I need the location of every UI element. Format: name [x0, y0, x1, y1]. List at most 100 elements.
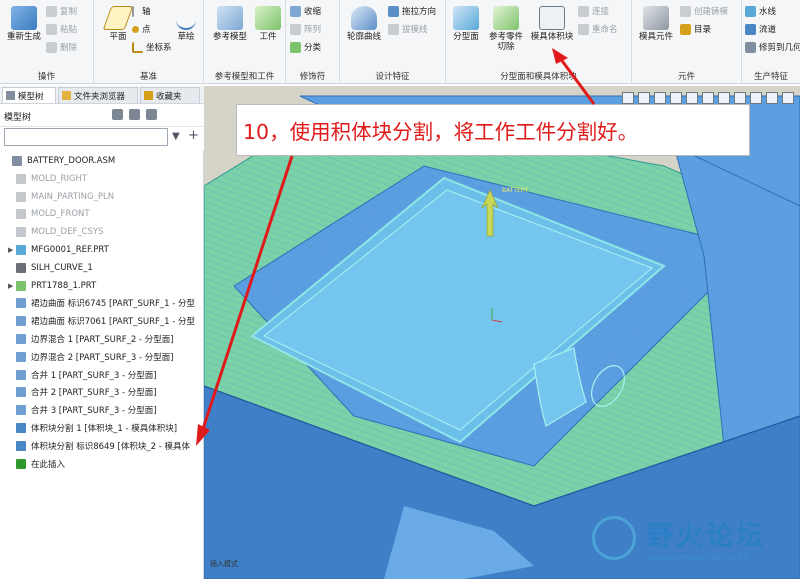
rename-button[interactable]: 重命名	[578, 22, 618, 36]
plus-icon[interactable]: +	[188, 128, 199, 143]
group-reference-label: 参考模型和工件	[214, 72, 275, 82]
pattern-button[interactable]: 阵列	[290, 22, 321, 36]
zoom-in-icon[interactable]	[638, 92, 650, 104]
annotation-display-icon[interactable]	[766, 92, 778, 104]
draft-direction-button[interactable]: 拖拉方向	[388, 4, 436, 18]
group-modifiers-label: 修饰符	[299, 72, 326, 82]
tree-item[interactable]: 裙边曲面 标识6745 [PART_SURF_1 - 分型	[0, 295, 204, 311]
tree-item[interactable]: 合并 1 [PART_SURF_3 - 分型面]	[0, 367, 204, 383]
catalog-button[interactable]: 目录	[680, 22, 711, 36]
refit-icon[interactable]	[622, 92, 634, 104]
tree-item-label: 合并 3 [PART_SURF_3 - 分型面]	[31, 406, 157, 417]
surface-icon	[16, 369, 26, 380]
columns-icon[interactable]	[146, 109, 157, 120]
group-component-label: 元件	[677, 72, 695, 82]
group-modifiers: 收缩 阵列 分类 修饰符	[286, 0, 340, 84]
show-icon[interactable]	[129, 109, 140, 120]
funnel-icon[interactable]: ▼	[172, 131, 180, 142]
connect-button[interactable]: 连接	[578, 4, 609, 18]
tree-item[interactable]: MOLD_FRONT	[0, 206, 204, 222]
draft-line-button[interactable]: 拔模线	[388, 22, 428, 36]
create-mold-button[interactable]: 创建铸模	[680, 4, 728, 18]
tree-item[interactable]: 体积块分割 1 [体积块_1 - 模具体积块]	[0, 420, 204, 436]
tree-item[interactable]: BATTERY_DOOR.ASM	[0, 153, 204, 169]
copy-button[interactable]: 复制	[46, 4, 77, 18]
tree-header: 模型树	[0, 105, 204, 127]
tree-item-label: 合并 2 [PART_SURF_3 - 分型面]	[31, 388, 157, 399]
delete-button[interactable]: 删除	[46, 40, 77, 54]
view-manager-icon[interactable]	[702, 92, 714, 104]
shrink-button[interactable]: 收缩	[290, 4, 321, 18]
runner-button[interactable]: 流道	[745, 22, 776, 36]
ref-part-cutout-icon	[493, 6, 519, 30]
expand-arrow-icon[interactable]: ▶	[8, 282, 16, 290]
regenerate-button[interactable]: 重新生成	[2, 4, 46, 64]
waterline-button[interactable]: 水线	[745, 4, 776, 18]
tree-item[interactable]: 合并 3 [PART_SURF_3 - 分型面]	[0, 402, 204, 418]
tree-item[interactable]: ▶ MFG0001_REF.PRT	[0, 242, 204, 258]
mold-volume-button[interactable]: 模具体积块	[528, 4, 576, 64]
tree-item[interactable]: 在此插入	[0, 456, 204, 472]
axis-button[interactable]: 轴	[132, 4, 151, 18]
status-hint: 插入模式	[210, 560, 238, 568]
tree-item[interactable]: 边界混合 2 [PART_SURF_3 - 分型面]	[0, 349, 204, 365]
tree-item[interactable]: 边界混合 1 [PART_SURF_2 - 分型面]	[0, 331, 204, 347]
sketch-view-icon[interactable]	[782, 92, 794, 104]
silhouette-button[interactable]: 轮廓曲线	[342, 4, 386, 64]
workpiece-button[interactable]: 工件	[252, 4, 284, 64]
watermark-url: www.proewildfire.cn	[648, 552, 750, 563]
display-style-icon[interactable]	[718, 92, 730, 104]
classify-button[interactable]: 分类	[290, 40, 321, 54]
tab-file-browser[interactable]: 文件夹浏览器	[58, 87, 138, 103]
runner-icon	[745, 23, 756, 35]
group-datum: 平面 轴 点 坐标系 草绘 基准	[94, 0, 204, 84]
parting-surface-button[interactable]: 分型面	[448, 4, 484, 64]
tree-item[interactable]: MOLD_RIGHT	[0, 171, 204, 187]
tree-item[interactable]: MOLD_DEF_CSYS	[0, 224, 204, 240]
curve-icon	[16, 262, 26, 273]
zoom-out-icon[interactable]	[654, 92, 666, 104]
tree-item[interactable]: 合并 2 [PART_SURF_3 - 分型面]	[0, 384, 204, 400]
tree-item[interactable]: 裙边曲面 标识7061 [PART_SURF_1 - 分型	[0, 313, 204, 329]
group-production: 水线 流道 修剪到几何 生产特征	[742, 0, 800, 84]
settings-icon[interactable]	[112, 109, 123, 120]
ref-model-icon	[217, 6, 243, 30]
group-parting-label: 分型面和模具体积块	[500, 72, 577, 82]
tab-model-tree[interactable]: 模型树	[2, 87, 56, 103]
tab-favorites[interactable]: 收藏夹	[140, 87, 200, 103]
tree-item[interactable]: 体积块分割 标识8649 [体积块_2 - 模具体	[0, 438, 204, 454]
tree-item-label: 边界混合 1 [PART_SURF_2 - 分型面]	[31, 335, 174, 345]
mold-component-button[interactable]: 模具元件	[634, 4, 678, 64]
tree-item[interactable]: ▶ PRT1788_1.PRT	[0, 278, 204, 294]
expand-arrow-icon[interactable]: ▶	[8, 246, 16, 254]
saved-views-icon[interactable]	[686, 92, 698, 104]
group-production-label: 生产特征	[753, 72, 788, 82]
tree-title: 模型树	[4, 113, 32, 123]
point-button[interactable]: 点	[132, 22, 151, 36]
group-operations: 重新生成 复制 粘贴 删除 操作	[0, 0, 94, 84]
shrink-icon	[290, 5, 301, 17]
model-tree-icon	[6, 91, 15, 100]
tree-item[interactable]: MAIN_PARTING_PLN	[0, 189, 204, 205]
trim-to-geometry-button[interactable]: 修剪到几何	[745, 40, 800, 54]
ref-part-cutout-button[interactable]: 参考零件 切除	[484, 4, 528, 64]
tree-item-label: MFG0001_REF.PRT	[31, 245, 109, 255]
draft-direction-icon	[388, 5, 399, 17]
graphics-viewport[interactable]: BATTERY	[204, 86, 800, 579]
spin-center-icon[interactable]	[750, 92, 762, 104]
volume-split-icon	[16, 423, 26, 433]
tree-item-label: PRT1788_1.PRT	[31, 280, 97, 291]
part-icon	[16, 280, 26, 291]
tree-item[interactable]: SILH_CURVE_1	[0, 260, 204, 276]
datum-display-icon[interactable]	[734, 92, 746, 104]
repaint-icon[interactable]	[670, 92, 682, 104]
mold-volume-label: 模具体积块	[530, 32, 574, 42]
sketch-button[interactable]: 草绘	[170, 4, 202, 64]
csys-button[interactable]: 坐标系	[132, 40, 172, 54]
paste-button[interactable]: 粘贴	[46, 22, 77, 36]
group-component: 模具元件 创建铸模 目录 元件	[632, 0, 742, 84]
ref-model-button[interactable]: 参考模型	[208, 4, 252, 64]
pattern-icon	[290, 23, 301, 35]
datum-plane-icon	[16, 209, 26, 220]
tree-search-input[interactable]	[4, 128, 168, 146]
